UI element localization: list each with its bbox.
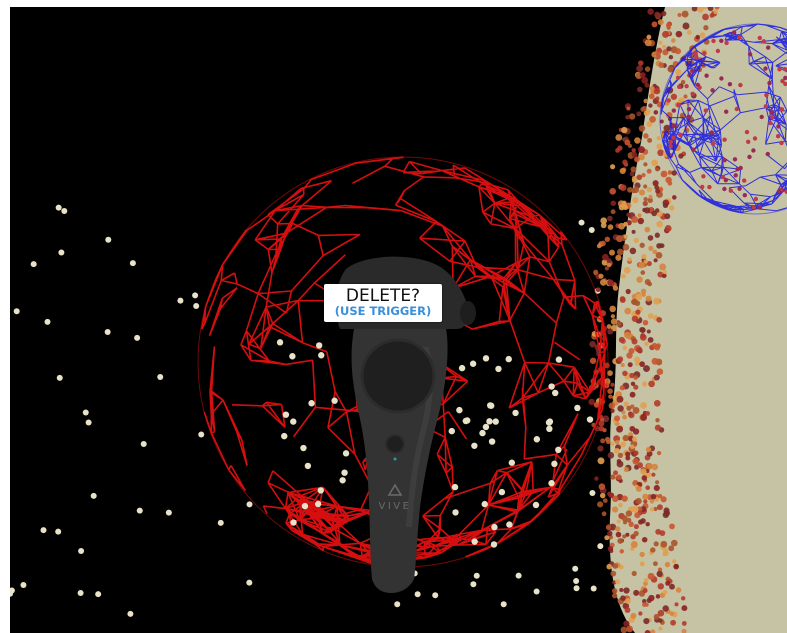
status-led: [393, 457, 397, 461]
delete-prompt-hint: (USE TRIGGER): [334, 304, 432, 318]
vr-viewport[interactable]: DELETE? (USE TRIGGER) VIVE: [10, 7, 787, 633]
delete-prompt-tooltip: DELETE? (USE TRIGGER): [324, 284, 442, 322]
menu-button-icon[interactable]: [385, 434, 405, 454]
trigger-icon[interactable]: [460, 301, 476, 325]
trackpad-icon[interactable]: [360, 338, 436, 414]
delete-prompt-title: DELETE?: [345, 286, 421, 306]
controller-brand-label: VIVE: [378, 501, 412, 512]
